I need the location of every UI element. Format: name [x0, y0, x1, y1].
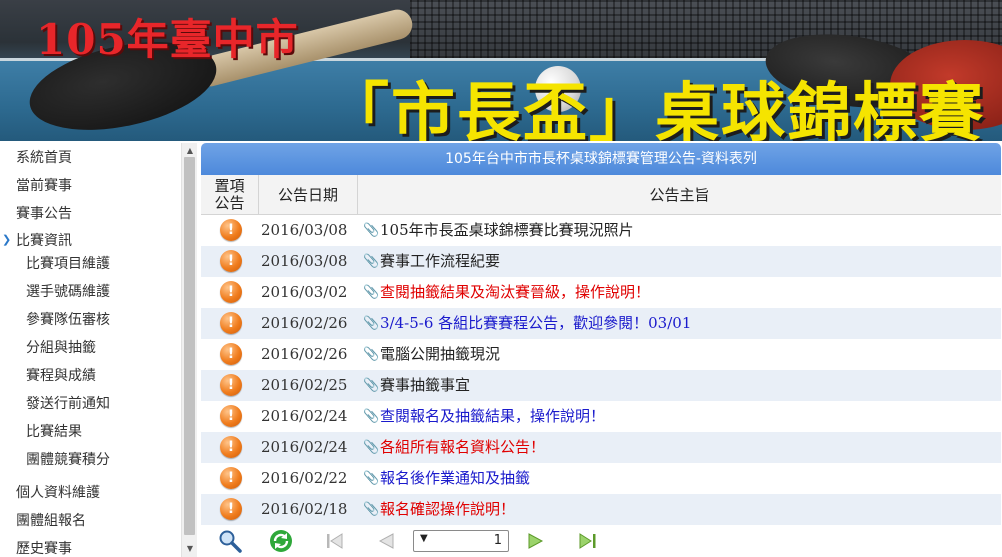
- row-date: 2016/02/18: [261, 500, 348, 518]
- sidebar-item-grouping-draw[interactable]: 分組與抽籤: [26, 334, 96, 362]
- table-row[interactable]: ! 2016/02/26 📎 電腦公開抽籤現況: [201, 339, 1001, 370]
- sidebar-item-team-review[interactable]: 參賽隊伍審核: [26, 306, 110, 334]
- row-subject-link[interactable]: 查閱報名及抽籤結果，操作說明！: [380, 401, 605, 432]
- header-banner: 105年臺中市 「市長盃」桌球錦標賽: [0, 0, 1002, 141]
- prev-page-icon[interactable]: [374, 529, 398, 553]
- row-date: 2016/02/24: [261, 407, 348, 425]
- sidebar-item-event-maintenance[interactable]: 比賽項目維護: [26, 250, 110, 278]
- banner-year-title: 105年臺中市: [36, 15, 299, 64]
- row-date: 2016/02/25: [261, 376, 348, 394]
- pinned-alert-icon: !: [220, 312, 242, 334]
- column-header-date[interactable]: 公告日期: [259, 175, 358, 215]
- paperclip-icon: 📎: [363, 378, 380, 393]
- pinned-alert-icon: !: [220, 436, 242, 458]
- row-subject-link[interactable]: 電腦公開抽籤現況: [380, 339, 500, 370]
- sidebar-item-schedule-results[interactable]: 賽程與成績: [26, 362, 96, 390]
- row-date: 2016/03/02: [261, 283, 348, 301]
- column-header-subject[interactable]: 公告主旨: [358, 175, 1001, 215]
- row-date: 2016/02/26: [261, 345, 348, 363]
- page-number-value[interactable]: 1: [494, 533, 502, 548]
- row-date: 2016/03/08: [261, 221, 348, 239]
- next-page-icon[interactable]: [524, 529, 548, 553]
- announcement-grid: 105年台中市市長杯桌球錦標賽管理公告-資料表列 置項 公告 公告日期 公告主旨…: [201, 143, 1001, 557]
- paperclip-icon: 📎: [363, 502, 380, 517]
- table-row[interactable]: ! 2016/03/02 📎 查閱抽籤結果及淘汰賽晉級，操作說明！: [201, 277, 1001, 308]
- refresh-icon[interactable]: [269, 529, 293, 553]
- paperclip-icon: 📎: [363, 440, 380, 455]
- table-row[interactable]: ! 2016/02/18 📎 報名確認操作說明！: [201, 494, 1001, 525]
- paperclip-icon: 📎: [363, 347, 380, 362]
- paperclip-icon: 📎: [363, 223, 380, 238]
- row-subject-link[interactable]: 報名確認操作說明！: [380, 494, 515, 525]
- pinned-alert-icon: !: [220, 374, 242, 396]
- pinned-alert-icon: !: [220, 467, 242, 489]
- sidebar-item-match-results[interactable]: 比賽結果: [26, 418, 82, 446]
- page-number-select[interactable]: ▼ 1: [413, 530, 509, 552]
- sidebar-item-announcements[interactable]: 賽事公告: [16, 200, 72, 228]
- table-row[interactable]: ! 2016/02/24 📎 各組所有報名資料公告！: [201, 432, 1001, 463]
- table-row[interactable]: ! 2016/02/22 📎 報名後作業通知及抽籤: [201, 463, 1001, 494]
- table-row[interactable]: ! 2016/02/26 📎 3/4-5-6 各組比賽賽程公告，歡迎參閱！03/01: [201, 308, 1001, 339]
- scroll-down-arrow-icon[interactable]: ▼: [182, 541, 197, 557]
- search-icon[interactable]: [218, 529, 242, 553]
- chevron-down-icon[interactable]: ▼: [420, 533, 428, 544]
- sidebar-item-team-points[interactable]: 團體競賽積分: [26, 446, 110, 474]
- first-page-icon[interactable]: [323, 529, 347, 553]
- row-subject-link[interactable]: 報名後作業通知及抽籤: [380, 463, 530, 494]
- pinned-alert-icon: !: [220, 405, 242, 427]
- row-date: 2016/03/08: [261, 252, 348, 270]
- grid-header: 置項 公告 公告日期 公告主旨: [201, 175, 1001, 215]
- pinned-alert-icon: !: [220, 343, 242, 365]
- column-header-pin[interactable]: 置項 公告: [201, 175, 259, 215]
- row-date: 2016/02/22: [261, 469, 348, 487]
- pinned-alert-icon: !: [220, 250, 242, 272]
- paperclip-icon: 📎: [363, 316, 380, 331]
- sidebar-nav: 系統首頁 當前賽事 賽事公告 ❯ 比賽資訊 比賽項目維護 選手號碼維護 參賽隊伍…: [0, 143, 197, 557]
- banner-main-title: 「市長盃」桌球錦標賽: [325, 76, 985, 141]
- row-date: 2016/02/24: [261, 438, 348, 456]
- sidebar-item-current-events[interactable]: 當前賽事: [16, 172, 72, 200]
- last-page-icon[interactable]: [576, 529, 600, 553]
- table-row[interactable]: ! 2016/02/24 📎 查閱報名及抽籤結果，操作說明！: [201, 401, 1001, 432]
- paperclip-icon: 📎: [363, 254, 380, 269]
- row-subject-link[interactable]: 各組所有報名資料公告！: [380, 432, 545, 463]
- sidebar-item-home[interactable]: 系統首頁: [16, 144, 72, 172]
- paperclip-icon: 📎: [363, 471, 380, 486]
- row-subject-link[interactable]: 3/4-5-6 各組比賽賽程公告，歡迎參閱！03/01: [380, 308, 691, 339]
- pinned-alert-icon: !: [220, 281, 242, 303]
- panel-title: 105年台中市市長杯桌球錦標賽管理公告-資料表列: [201, 143, 1001, 175]
- row-subject-link[interactable]: 查閱抽籤結果及淘汰賽晉級，操作說明！: [380, 277, 650, 308]
- row-date: 2016/02/26: [261, 314, 348, 332]
- chevron-down-icon[interactable]: ❯: [2, 233, 11, 246]
- row-subject-link[interactable]: 賽事工作流程紀要: [380, 246, 500, 277]
- table-row[interactable]: ! 2016/03/08 📎 105年市長盃桌球錦標賽比賽現況照片: [201, 215, 1001, 246]
- scrollbar-thumb[interactable]: [184, 157, 195, 535]
- sidebar-scrollbar[interactable]: ▲ ▼: [181, 143, 197, 557]
- sidebar-item-profile[interactable]: 個人資料維護: [16, 479, 100, 507]
- paperclip-icon: 📎: [363, 409, 380, 424]
- sidebar-item-history[interactable]: 歷史賽事: [16, 535, 72, 557]
- row-subject-link[interactable]: 105年市長盃桌球錦標賽比賽現況照片: [380, 215, 634, 246]
- pager-bar: ▼ 1: [201, 525, 1001, 557]
- table-row[interactable]: ! 2016/03/08 📎 賽事工作流程紀要: [201, 246, 1001, 277]
- sidebar-item-player-number[interactable]: 選手號碼維護: [26, 278, 110, 306]
- sidebar-item-send-notice[interactable]: 發送行前通知: [26, 390, 110, 418]
- table-row[interactable]: ! 2016/02/25 📎 賽事抽籤事宜: [201, 370, 1001, 401]
- sidebar-item-team-signup[interactable]: 團體組報名: [16, 507, 86, 535]
- table-net-graphic: [410, 0, 1002, 58]
- paperclip-icon: 📎: [363, 285, 380, 300]
- pinned-alert-icon: !: [220, 498, 242, 520]
- pinned-alert-icon: !: [220, 219, 242, 241]
- grid-rows: ! 2016/03/08 📎 105年市長盃桌球錦標賽比賽現況照片! 2016/03/0…: [201, 215, 1001, 525]
- row-subject-link[interactable]: 賽事抽籤事宜: [380, 370, 470, 401]
